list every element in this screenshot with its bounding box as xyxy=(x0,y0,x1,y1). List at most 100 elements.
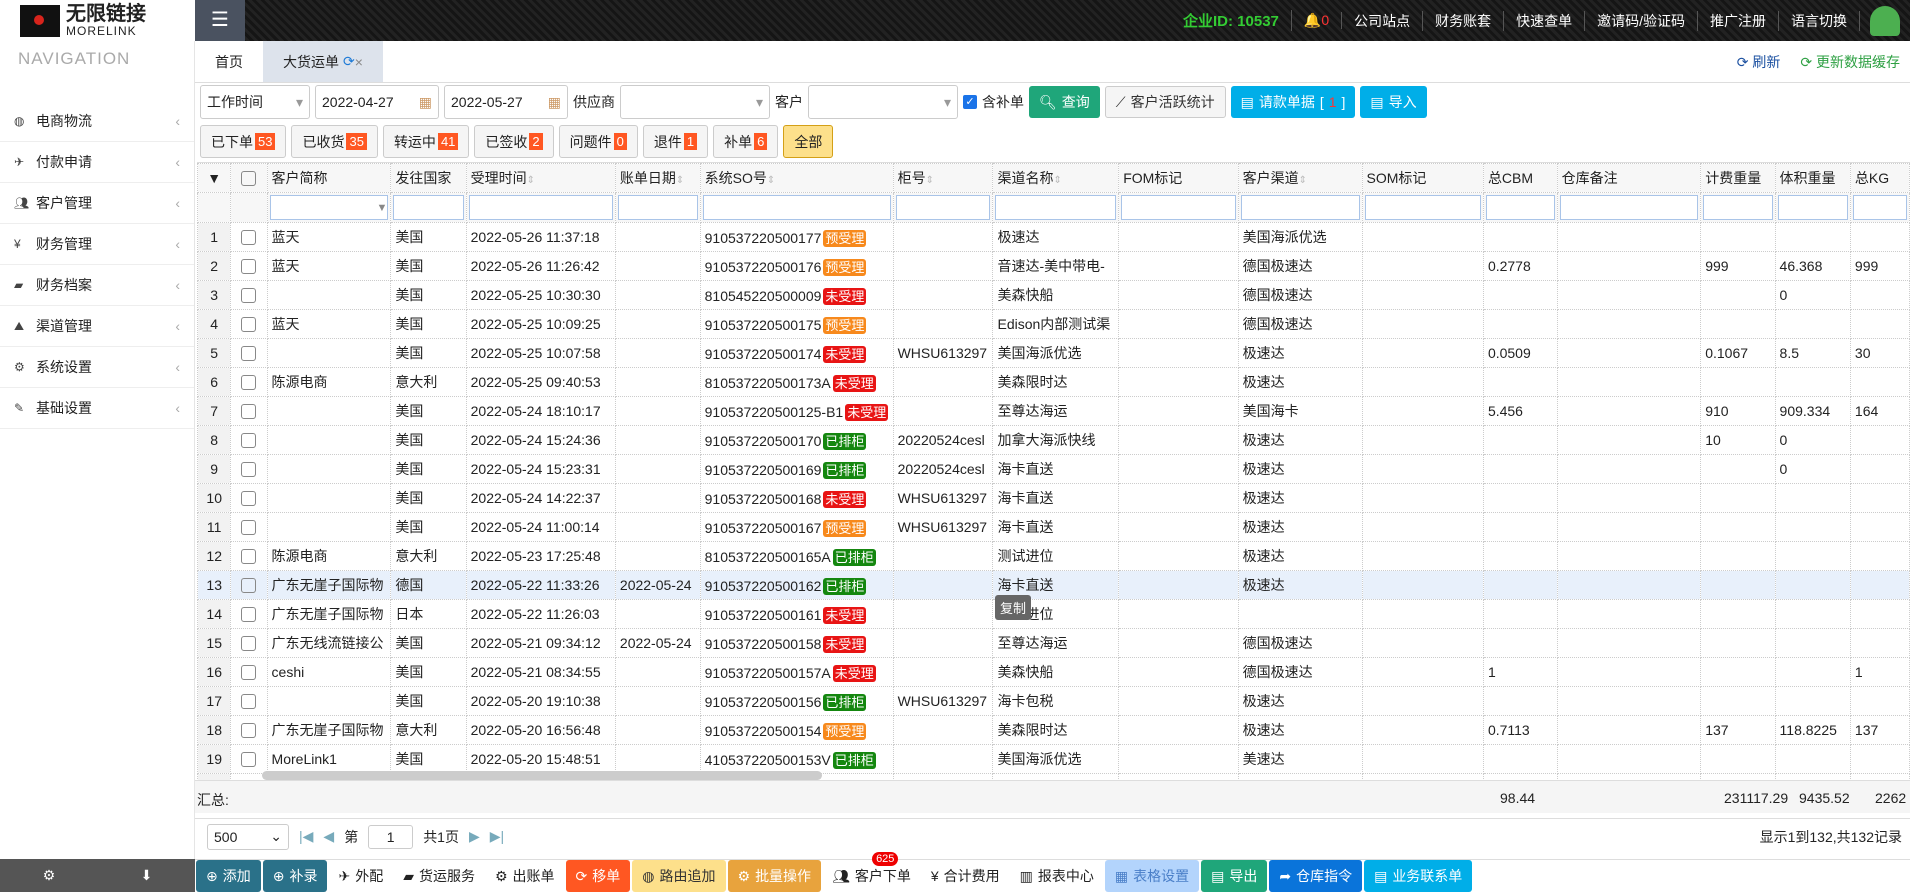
column-header-9[interactable]: SOM标记 xyxy=(1362,164,1483,193)
table-row[interactable]: 6陈源电商意大利2022-05-25 09:40:538105372205001… xyxy=(198,368,1910,397)
row-checkbox-cell[interactable] xyxy=(231,484,267,513)
toolbar-button-12[interactable]: ▤导出 xyxy=(1201,860,1267,892)
column-header-13[interactable]: 体积重量 xyxy=(1775,164,1850,193)
row-checkbox-cell[interactable] xyxy=(231,281,267,310)
row-checkbox[interactable] xyxy=(241,520,256,535)
customer-activity-button[interactable]: ⟋客户活跃统计 xyxy=(1105,86,1226,118)
row-checkbox[interactable] xyxy=(241,578,256,593)
settings-icon[interactable]: ⚙ xyxy=(43,867,56,884)
toolbar-button-4[interactable]: ⚙出账单 xyxy=(485,860,565,892)
status-button-6[interactable]: 补单6 xyxy=(713,125,778,158)
sidebar-item-5[interactable]: ⛰︎渠道管理‹ xyxy=(0,306,194,347)
row-checkbox-cell[interactable] xyxy=(231,223,267,252)
header-link-quick-query[interactable]: 快速查单 xyxy=(1504,11,1585,31)
select-all-checkbox[interactable] xyxy=(231,164,267,193)
toolbar-button-11[interactable]: ▦表格设置 xyxy=(1105,860,1199,892)
first-page-icon[interactable]: |◀ xyxy=(299,828,313,845)
status-button-4[interactable]: 问题件0 xyxy=(559,125,638,158)
column-header-12[interactable]: 计费重量 xyxy=(1701,164,1775,193)
row-checkbox-cell[interactable] xyxy=(231,397,267,426)
table-row[interactable]: 12陈源电商意大利2022-05-23 17:25:48810537220500… xyxy=(198,542,1910,571)
sort-icon[interactable]: ⇕ xyxy=(527,175,535,186)
table-row[interactable]: 11美国2022-05-24 11:00:14910537220500167预受… xyxy=(198,513,1910,542)
table-row[interactable]: 16ceshi美国2022-05-21 08:34:55910537220500… xyxy=(198,658,1910,687)
header-link-site[interactable]: 公司站点 xyxy=(1342,11,1423,31)
row-checkbox[interactable] xyxy=(241,636,256,651)
supplier-select[interactable]: ▾ xyxy=(620,85,770,119)
column-header-4[interactable]: 系统SO号⇕ xyxy=(700,164,893,193)
toolbar-button-13[interactable]: ➦仓库指令 xyxy=(1269,860,1362,892)
row-checkbox[interactable] xyxy=(241,723,256,738)
column-filter-input[interactable] xyxy=(469,195,613,220)
row-checkbox-cell[interactable] xyxy=(231,629,267,658)
row-checkbox-cell[interactable] xyxy=(231,426,267,455)
row-checkbox-cell[interactable] xyxy=(231,252,267,281)
row-checkbox-cell[interactable] xyxy=(231,716,267,745)
column-filter-input[interactable] xyxy=(1560,195,1699,220)
toolbar-button-1[interactable]: ⊕补录 xyxy=(263,860,328,892)
table-row[interactable]: 3美国2022-05-25 10:30:30810545220500009未受理… xyxy=(198,281,1910,310)
row-checkbox-cell[interactable] xyxy=(231,600,267,629)
next-page-icon[interactable]: ▶ xyxy=(469,828,480,845)
page-size-select[interactable]: 500⌄ xyxy=(207,824,289,850)
row-checkbox[interactable] xyxy=(241,404,256,419)
sort-icon[interactable]: ⇕ xyxy=(926,175,934,186)
column-header-10[interactable]: 总CBM xyxy=(1483,164,1557,193)
column-filter-input[interactable] xyxy=(995,195,1116,220)
column-header-7[interactable]: FOM标记 xyxy=(1119,164,1238,193)
sort-icon[interactable]: ⇕ xyxy=(1299,175,1307,186)
column-header-14[interactable]: 总KG xyxy=(1850,164,1909,193)
row-checkbox-cell[interactable] xyxy=(231,658,267,687)
toolbar-button-10[interactable]: ▥报表中心 xyxy=(1010,860,1104,892)
row-checkbox[interactable] xyxy=(241,230,256,245)
toolbar-button-2[interactable]: ✈外配 xyxy=(328,860,393,892)
row-checkbox[interactable] xyxy=(241,317,256,332)
time-type-select[interactable]: 工作时间▾ xyxy=(200,85,310,119)
table-row[interactable]: 14广东无崖子国际物日本2022-05-22 11:26:03910537220… xyxy=(198,600,1910,629)
toolbar-button-8[interactable]: 👥︎客户下单625 xyxy=(822,860,921,892)
column-header-1[interactable]: 发往国家 xyxy=(391,164,466,193)
column-filter-input[interactable] xyxy=(1486,195,1555,220)
column-filter-input[interactable] xyxy=(618,195,698,220)
status-button-0[interactable]: 已下单53 xyxy=(200,125,286,158)
table-row[interactable]: 1蓝天美国2022-05-26 11:37:18910537220500177预… xyxy=(198,223,1910,252)
table-row[interactable]: 18广东无崖子国际物意大利2022-05-20 16:56:4891053722… xyxy=(198,716,1910,745)
row-checkbox[interactable] xyxy=(241,491,256,506)
prev-page-icon[interactable]: ◀ xyxy=(323,828,334,845)
header-link-invite[interactable]: 邀请码/验证码 xyxy=(1585,11,1698,31)
row-checkbox[interactable] xyxy=(241,549,256,564)
date-from-input[interactable]: 2022-04-27▦ xyxy=(315,85,439,119)
sort-icon[interactable]: ⇕ xyxy=(676,175,684,186)
column-filter-input[interactable] xyxy=(1778,195,1848,220)
column-filter-input[interactable] xyxy=(703,195,891,220)
row-checkbox[interactable] xyxy=(241,462,256,477)
column-header-6[interactable]: 渠道名称⇕ xyxy=(993,164,1119,193)
column-filter-input[interactable] xyxy=(1703,195,1772,220)
import-button[interactable]: ▤导入 xyxy=(1360,86,1426,118)
filter-icon[interactable]: ▼ xyxy=(198,164,231,193)
row-checkbox-cell[interactable] xyxy=(231,455,267,484)
update-cache-button[interactable]: ⟳ 更新数据缓存 xyxy=(1800,52,1900,72)
menu-toggle-icon[interactable]: ☰ xyxy=(195,0,245,41)
table-row[interactable]: 8美国2022-05-24 15:24:36910537220500170已排柜… xyxy=(198,426,1910,455)
notification-button[interactable]: 🔔0 xyxy=(1292,12,1342,29)
column-header-0[interactable]: 客户简称 xyxy=(267,164,391,193)
sidebar-item-2[interactable]: 👥︎客户管理‹ xyxy=(0,183,194,224)
header-link-promo[interactable]: 推广注册 xyxy=(1698,11,1779,31)
row-checkbox-cell[interactable] xyxy=(231,745,267,774)
table-row[interactable]: 17美国2022-05-20 19:10:38910537220500156已排… xyxy=(198,687,1910,716)
toolbar-button-7[interactable]: ⚙批量操作 xyxy=(728,860,822,892)
column-filter-input[interactable] xyxy=(896,195,991,220)
table-row[interactable]: 15广东无线流链接公美国2022-05-21 09:34:122022-05-2… xyxy=(198,629,1910,658)
header-link-finance[interactable]: 财务账套 xyxy=(1423,11,1504,31)
status-button-7[interactable]: 全部 xyxy=(783,125,833,158)
horizontal-scrollbar[interactable] xyxy=(262,771,822,780)
toolbar-button-9[interactable]: ¥合计费用 xyxy=(921,860,1010,892)
row-checkbox[interactable] xyxy=(241,433,256,448)
toolbar-button-5[interactable]: ⟳移单 xyxy=(566,860,631,892)
row-checkbox-cell[interactable] xyxy=(231,571,267,600)
row-checkbox[interactable] xyxy=(241,607,256,622)
column-filter-input[interactable]: ▼ xyxy=(270,195,389,220)
table-row[interactable]: 10美国2022-05-24 14:22:37910537220500168未受… xyxy=(198,484,1910,513)
download-icon[interactable]: ⬇ xyxy=(141,867,153,884)
